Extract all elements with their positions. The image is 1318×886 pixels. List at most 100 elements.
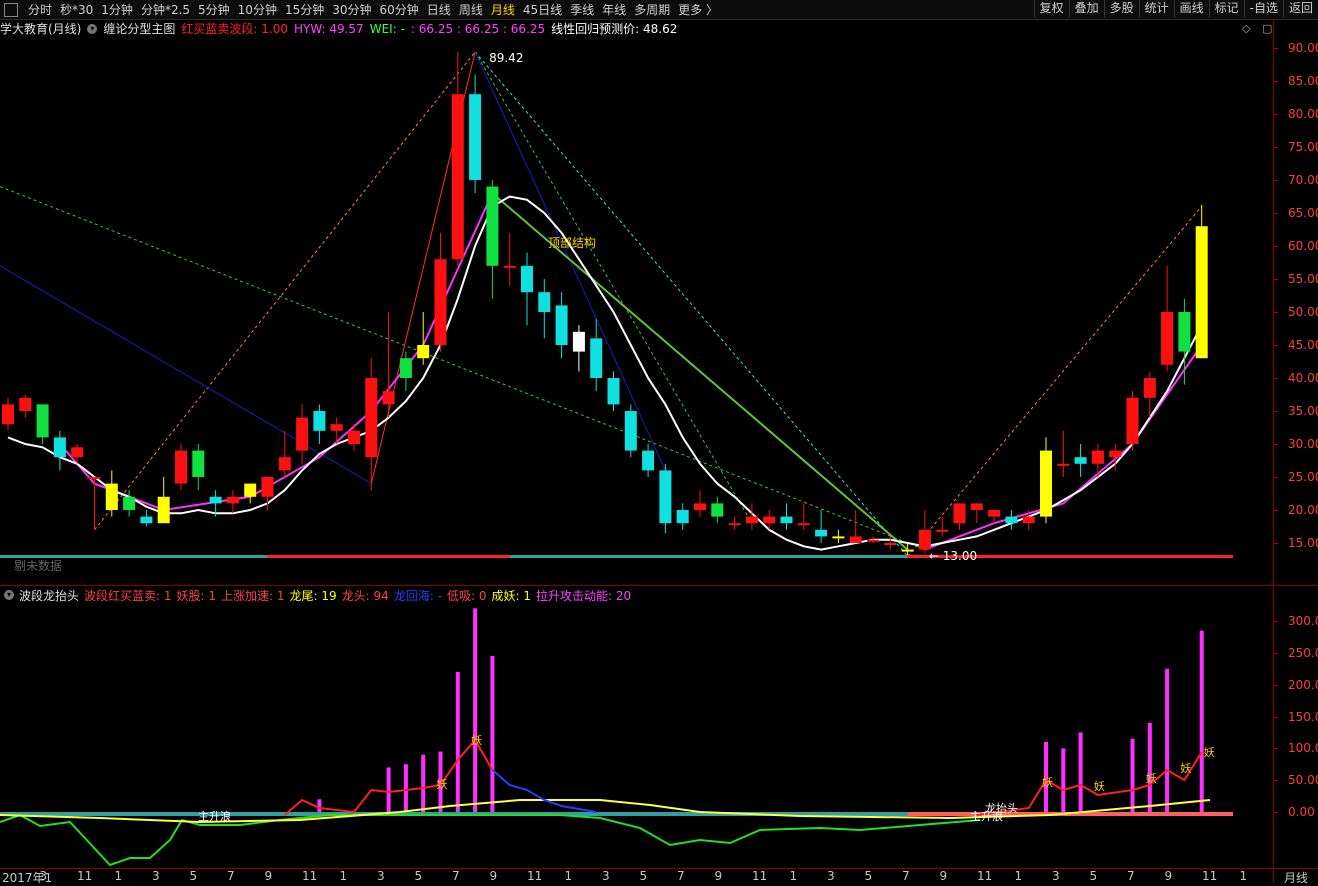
price-tick: 85.00 bbox=[1274, 74, 1318, 88]
price-tick: 55.00 bbox=[1274, 272, 1318, 286]
sub-tick: 50.00 bbox=[1274, 773, 1318, 787]
demon-label: 妖 bbox=[1204, 745, 1215, 759]
time-tick: 3 bbox=[602, 869, 610, 883]
candle-body bbox=[1022, 516, 1035, 524]
candle-body bbox=[780, 516, 793, 524]
candle-body bbox=[728, 523, 741, 526]
time-tick: 5 bbox=[189, 869, 198, 883]
moving-average-line bbox=[7, 195, 1203, 551]
time-tick: 5 bbox=[414, 869, 423, 883]
time-tick: 3 bbox=[152, 869, 160, 883]
time-axis: 2017年1 3 11 1 3 5 7 9 11 1 3 5 7 9 11 1 3 5 7 9 11 1 3 5 7 9 11 1 3 5… bbox=[0, 869, 1274, 885]
candle-body bbox=[261, 477, 274, 497]
sub-tick: 300.00 bbox=[1274, 614, 1318, 628]
sub-tick: 200.00 bbox=[1274, 678, 1318, 692]
time-tick: 1 bbox=[339, 869, 348, 883]
time-tick: 7 bbox=[227, 869, 235, 883]
momentum-bar bbox=[1061, 748, 1066, 812]
price-tick: 60.00 bbox=[1274, 239, 1318, 253]
time-tick: 3 bbox=[39, 869, 48, 883]
candle-body bbox=[140, 516, 153, 524]
time-tick: 9 bbox=[1164, 869, 1173, 883]
candle-body bbox=[278, 457, 291, 471]
time-tick: 9 bbox=[264, 869, 273, 883]
time-tick: 7 bbox=[902, 869, 910, 883]
time-tick: 3 bbox=[377, 869, 385, 883]
candle-body bbox=[226, 496, 239, 504]
candle-body bbox=[832, 536, 845, 539]
candle-body bbox=[365, 378, 378, 458]
demon-label: 妖 bbox=[1180, 761, 1191, 775]
candle-body bbox=[209, 496, 222, 504]
candle-body bbox=[867, 539, 879, 542]
candle-body bbox=[244, 483, 257, 497]
candle-body bbox=[555, 305, 568, 345]
candle-body bbox=[815, 529, 828, 537]
candle-body bbox=[521, 265, 533, 293]
top-structure-label: 顶部结构 bbox=[548, 235, 596, 250]
candle-body bbox=[572, 331, 585, 352]
candle-body bbox=[88, 477, 101, 479]
candle-body bbox=[590, 338, 603, 378]
momentum-bar bbox=[386, 767, 391, 812]
price-tick: 20.00 bbox=[1274, 503, 1318, 517]
high-price-label: 89.42 bbox=[489, 51, 523, 65]
demon-label: 妖 bbox=[471, 733, 482, 747]
price-tick: 35.00 bbox=[1274, 404, 1318, 418]
time-tick: 1 bbox=[1014, 869, 1023, 883]
time-tick: 5 bbox=[639, 869, 648, 883]
candle-body bbox=[849, 536, 862, 543]
dragon-rise-label: 龙抬头 bbox=[985, 801, 1018, 815]
momentum-bar bbox=[317, 799, 322, 812]
candle-body bbox=[469, 94, 482, 180]
time-tick: 7 bbox=[677, 869, 685, 883]
candle-body bbox=[745, 516, 758, 524]
candle-body bbox=[607, 378, 620, 405]
time-tick: 11 bbox=[977, 869, 993, 883]
time-tick: 11 bbox=[302, 869, 318, 883]
time-tick: 11 bbox=[527, 869, 543, 883]
price-tick: 50.00 bbox=[1274, 305, 1318, 319]
momentum-bar bbox=[1199, 630, 1204, 812]
candle-body bbox=[53, 437, 66, 458]
candle-body bbox=[36, 404, 49, 438]
price-tick: 75.00 bbox=[1274, 140, 1318, 154]
time-tick: 5 bbox=[864, 869, 873, 883]
candle-body bbox=[503, 265, 516, 268]
candle-body bbox=[970, 503, 983, 510]
candle-body bbox=[642, 450, 655, 471]
candle-body bbox=[192, 450, 205, 477]
time-tick: 11 bbox=[752, 869, 768, 883]
toolbar-button-7[interactable]: 返回 bbox=[1282, 0, 1318, 17]
time-tick: 1 bbox=[789, 869, 798, 883]
time-tick: 9 bbox=[939, 869, 948, 883]
price-tick: 15.00 bbox=[1274, 536, 1318, 550]
candle-body bbox=[348, 430, 360, 444]
candle-body bbox=[1161, 312, 1174, 365]
guide-line bbox=[907, 206, 1203, 557]
sub-tick: 0.00 bbox=[1274, 805, 1318, 819]
time-tick: 3 bbox=[827, 869, 835, 883]
main-wave-label: 主升浪 bbox=[198, 809, 231, 823]
sub-tick: 150.00 bbox=[1274, 710, 1318, 724]
candle-body bbox=[694, 503, 706, 510]
candle-body bbox=[417, 345, 430, 359]
dragon-return-line bbox=[491, 769, 597, 813]
price-tick: 90.00 bbox=[1274, 41, 1318, 55]
demon-label: 妖 bbox=[1042, 775, 1053, 789]
candle-body bbox=[2, 404, 14, 425]
low-price-label: ← 13.00 bbox=[929, 549, 977, 563]
price-tick: 25.00 bbox=[1274, 470, 1318, 484]
time-tick: 1 bbox=[564, 869, 573, 883]
time-tick: 1 bbox=[1239, 869, 1248, 883]
momentum-bar bbox=[403, 764, 408, 812]
candlestick-chart[interactable]: 89.42← 13.00顶部结构剔未数据主升浪 主升浪龙抬头妖妖妖 妖妖妖妖 bbox=[0, 0, 1273, 868]
price-tick: 65.00 bbox=[1274, 206, 1318, 220]
candle-body bbox=[1178, 312, 1191, 352]
candle-body bbox=[19, 397, 32, 411]
guide-line bbox=[474, 51, 753, 524]
candle-body bbox=[624, 411, 637, 451]
momentum-bar bbox=[1078, 732, 1083, 812]
candle-body bbox=[434, 259, 447, 345]
demon-label: 妖 bbox=[437, 777, 448, 791]
